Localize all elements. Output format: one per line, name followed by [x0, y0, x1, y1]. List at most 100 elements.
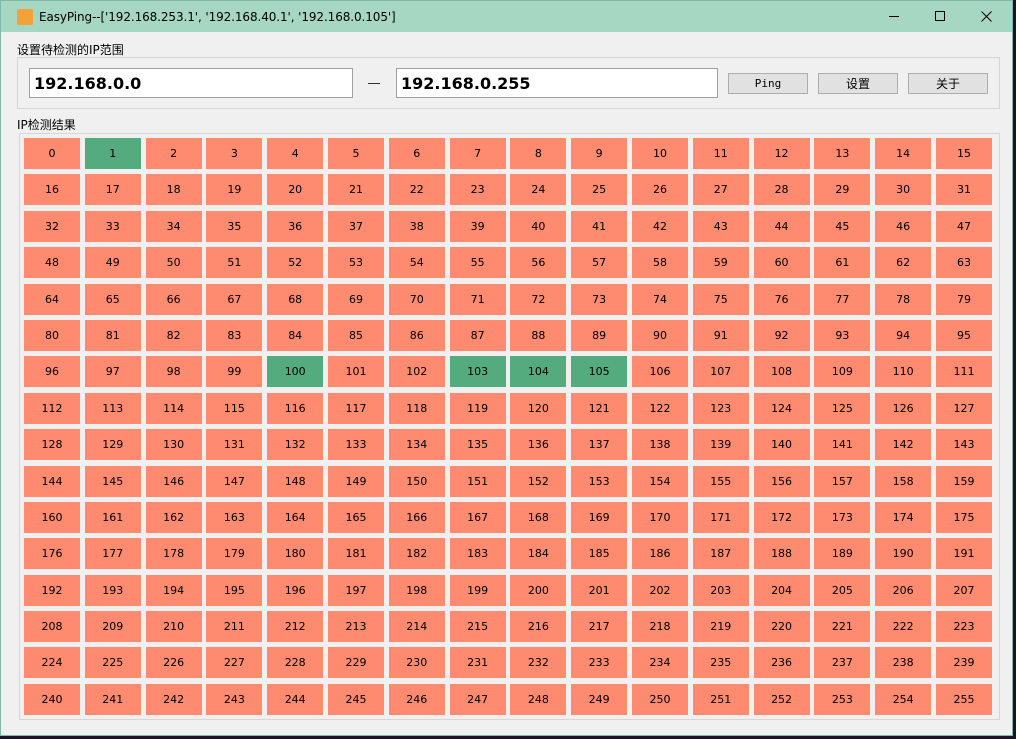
ip-cell-unreachable: 164: [267, 501, 324, 533]
ip-cell-unreachable: 197: [327, 574, 384, 606]
ip-cell-unreachable: 75: [692, 283, 749, 315]
ip-cell-unreachable: 243: [206, 683, 263, 715]
ip-cell-unreachable: 72: [510, 283, 567, 315]
app-icon: [17, 8, 33, 25]
ip-cell-unreachable: 44: [753, 210, 810, 242]
ip-cell-unreachable: 168: [510, 501, 567, 533]
ip-cell-unreachable: 170: [631, 501, 688, 533]
ip-cell-unreachable: 86: [388, 319, 445, 351]
ip-cell-unreachable: 142: [875, 429, 932, 461]
ip-cell-unreachable: 4: [267, 138, 324, 169]
range-group-label: 设置待检测的IP范围: [17, 43, 124, 57]
ip-cell-unreachable: 216: [510, 611, 567, 643]
ip-cell-unreachable: 181: [327, 538, 384, 570]
ip-cell-unreachable: 126: [875, 392, 932, 424]
ip-cell-unreachable: 200: [510, 574, 567, 606]
ip-cell-unreachable: 13: [814, 138, 871, 169]
maximize-icon: [934, 11, 945, 21]
ip-cell-unreachable: 176: [24, 538, 80, 570]
ip-cell-unreachable: 121: [571, 392, 628, 424]
ip-cell-unreachable: 149: [327, 465, 384, 497]
ip-cell-unreachable: 153: [571, 465, 628, 497]
ip-cell-unreachable: 139: [692, 429, 749, 461]
ip-cell-unreachable: 237: [814, 647, 871, 679]
close-button[interactable]: [963, 1, 1009, 32]
ping-button[interactable]: Ping: [728, 73, 808, 94]
ip-cell-unreachable: 59: [692, 247, 749, 279]
ip-cell-unreachable: 251: [692, 683, 749, 715]
maximize-button[interactable]: [917, 1, 963, 32]
ip-cell-unreachable: 134: [388, 429, 445, 461]
ip-cell-reachable: 105: [571, 356, 628, 388]
ip-cell-unreachable: 167: [449, 501, 506, 533]
ip-cell-unreachable: 65: [84, 283, 141, 315]
ip-cell-unreachable: 16: [24, 174, 80, 206]
ip-cell-unreachable: 217: [571, 611, 628, 643]
ip-cell-unreachable: 31: [935, 174, 992, 206]
ip-cell-unreachable: 162: [145, 501, 202, 533]
ip-cell-unreachable: 109: [814, 356, 871, 388]
ip-cell-unreachable: 236: [753, 647, 810, 679]
ip-cell-unreachable: 203: [692, 574, 749, 606]
ip-cell-unreachable: 227: [206, 647, 263, 679]
ip-cell-unreachable: 73: [571, 283, 628, 315]
ip-cell-unreachable: 17: [84, 174, 141, 206]
ip-cell-unreachable: 199: [449, 574, 506, 606]
ip-cell-unreachable: 97: [84, 356, 141, 388]
ip-cell-unreachable: 87: [449, 319, 506, 351]
ip-cell-unreachable: 33: [84, 210, 141, 242]
ip-cell-unreachable: 36: [267, 210, 324, 242]
ip-cell-unreachable: 48: [24, 247, 80, 279]
ip-cell-unreachable: 144: [24, 465, 80, 497]
ip-cell-unreachable: 184: [510, 538, 567, 570]
ip-cell-unreachable: 90: [631, 319, 688, 351]
end-ip-input[interactable]: 192.168.0.255: [396, 68, 718, 98]
ip-cell-unreachable: 57: [571, 247, 628, 279]
ip-cell-unreachable: 69: [327, 283, 384, 315]
ip-cell-unreachable: 174: [875, 501, 932, 533]
ip-cell-unreachable: 177: [84, 538, 141, 570]
about-button[interactable]: 关于: [908, 73, 988, 94]
ip-cell-unreachable: 219: [692, 611, 749, 643]
ip-cell-unreachable: 191: [935, 538, 992, 570]
ip-cell-unreachable: 196: [267, 574, 324, 606]
ip-cell-unreachable: 35: [206, 210, 263, 242]
title-bar[interactable]: EasyPing--['192.168.253.1', '192.168.40.…: [1, 1, 1012, 32]
ip-cell-unreachable: 114: [145, 392, 202, 424]
ip-cell-unreachable: 117: [327, 392, 384, 424]
ip-cell-unreachable: 42: [631, 210, 688, 242]
ip-cell-unreachable: 47: [935, 210, 992, 242]
ip-cell-unreachable: 246: [388, 683, 445, 715]
ip-cell-unreachable: 113: [84, 392, 141, 424]
ip-cell-unreachable: 211: [206, 611, 263, 643]
ip-cell-unreachable: 152: [510, 465, 567, 497]
ip-cell-unreachable: 207: [935, 574, 992, 606]
ip-cell-reachable: 104: [510, 356, 567, 388]
ip-cell-unreachable: 209: [84, 611, 141, 643]
ip-cell-unreachable: 21: [327, 174, 384, 206]
ip-cell-unreachable: 115: [206, 392, 263, 424]
ip-cell-unreachable: 32: [24, 210, 80, 242]
ip-cell-unreachable: 188: [753, 538, 810, 570]
ip-cell-unreachable: 140: [753, 429, 810, 461]
ip-cell-unreachable: 132: [267, 429, 324, 461]
ip-cell-unreachable: 8: [510, 138, 567, 169]
minimize-button[interactable]: [871, 1, 917, 32]
ip-cell-unreachable: 94: [875, 319, 932, 351]
ip-cell-unreachable: 74: [631, 283, 688, 315]
ip-cell-unreachable: 68: [267, 283, 324, 315]
settings-button[interactable]: 设置: [818, 73, 898, 94]
ip-cell-unreachable: 106: [631, 356, 688, 388]
start-ip-input[interactable]: 192.168.0.0: [29, 68, 353, 98]
ip-cell-unreachable: 98: [145, 356, 202, 388]
ip-cell-unreachable: 96: [24, 356, 80, 388]
ip-cell-unreachable: 145: [84, 465, 141, 497]
ip-cell-unreachable: 11: [692, 138, 749, 169]
ip-cell-unreachable: 85: [327, 319, 384, 351]
ip-cell-unreachable: 226: [145, 647, 202, 679]
ip-cell-unreachable: 255: [935, 683, 992, 715]
ip-cell-unreachable: 231: [449, 647, 506, 679]
window-title: EasyPing--['192.168.253.1', '192.168.40.…: [39, 9, 396, 24]
ip-cell-unreachable: 147: [206, 465, 263, 497]
ip-cell-unreachable: 195: [206, 574, 263, 606]
